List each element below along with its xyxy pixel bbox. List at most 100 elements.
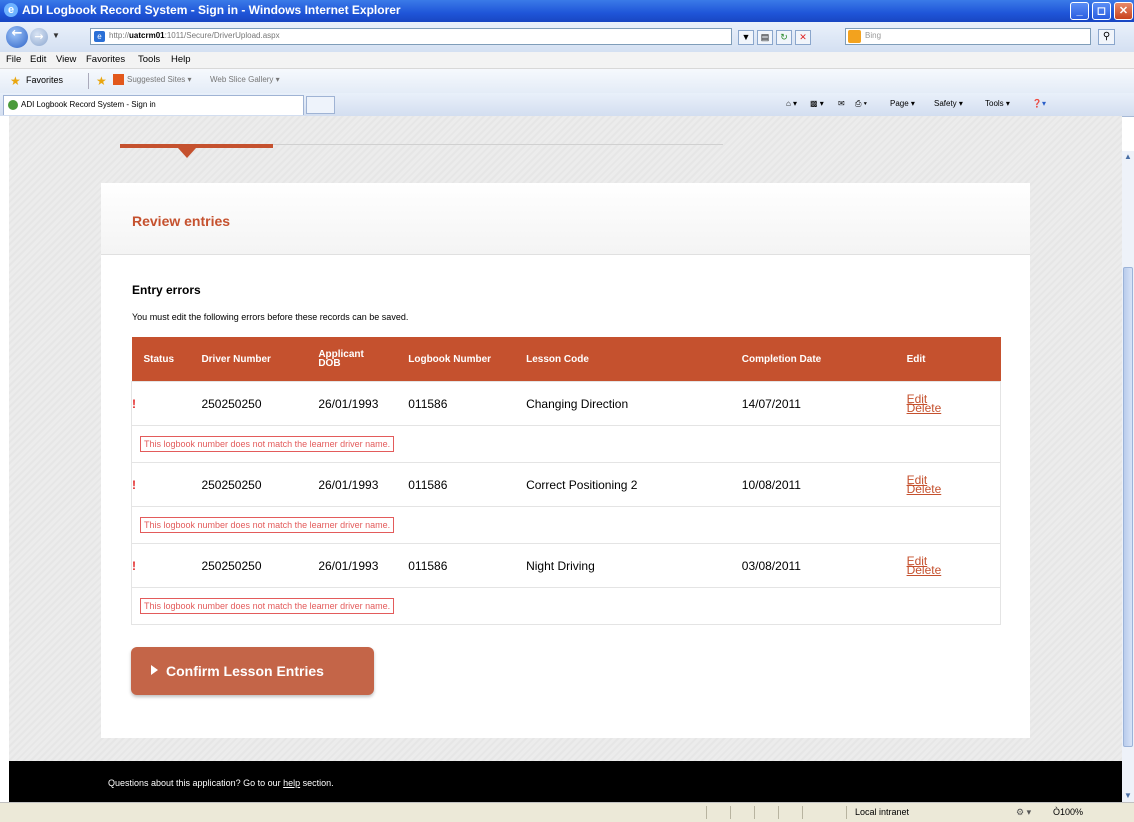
back-button[interactable]: ← <box>6 26 28 48</box>
edit-cell: Edit Delete <box>906 543 1001 588</box>
menu-bar: File Edit View Favorites Tools Help <box>0 52 1134 69</box>
error-cell: This logbook number does not match the l… <box>131 425 1001 463</box>
print-icon[interactable]: ⎙ ▾ <box>855 99 867 109</box>
status-divider <box>802 806 803 819</box>
scroll-down-arrow-icon[interactable]: ▼ <box>1122 790 1134 802</box>
error-row: This logbook number does not match the l… <box>131 506 1001 544</box>
recent-pages-dropdown[interactable]: ▼ <box>52 31 60 40</box>
menu-help[interactable]: Help <box>171 54 191 65</box>
edit-cell: Edit Delete <box>906 462 1001 507</box>
home-icon[interactable]: ⌂ ▾ <box>786 99 797 108</box>
help-link[interactable]: help <box>283 778 300 788</box>
close-window-button[interactable]: ✕ <box>1114 2 1133 20</box>
logbook-number-cell: 011586 <box>408 462 527 507</box>
address-dropdown-button[interactable]: ▼ <box>738 30 754 45</box>
edit-cell: Edit Delete <box>906 381 1001 426</box>
driver-number-cell: 250250250 <box>201 543 319 588</box>
address-toolbar: ← → ▼ e http://uatcrm01:1011/Secure/Driv… <box>0 22 1134 52</box>
new-tab-button[interactable] <box>306 96 335 114</box>
bing-icon <box>848 30 861 43</box>
table-row: ! 250250250 26/01/1993 011586 Night Driv… <box>131 543 1001 588</box>
security-zone[interactable]: Local intranet <box>855 807 909 817</box>
error-row: This logbook number does not match the l… <box>131 587 1001 625</box>
active-nav-tab[interactable] <box>120 116 273 148</box>
error-cell: This logbook number does not match the l… <box>131 506 1001 544</box>
search-input[interactable]: Bing <box>845 28 1091 45</box>
scroll-thumb[interactable] <box>1123 267 1133 747</box>
refresh-icon[interactable]: ↻ <box>776 30 792 45</box>
favorites-star-icon[interactable]: ★ <box>10 74 21 88</box>
maximize-button[interactable]: ◻ <box>1092 2 1111 20</box>
browser-tab[interactable]: ADI Logbook Record System - Sign in <box>3 95 304 115</box>
delete-link[interactable]: Delete <box>907 564 1000 576</box>
driver-number-cell: 250250250 <box>201 381 319 426</box>
window-title-bar[interactable]: e ADI Logbook Record System - Sign in - … <box>0 0 1134 22</box>
tools-menu[interactable]: Tools ▾ <box>985 99 1010 108</box>
driver-number-cell: 250250250 <box>201 462 319 507</box>
completion-date-cell: 03/08/2011 <box>741 543 907 588</box>
error-status-icon: ! <box>131 462 202 507</box>
error-message: This logbook number does not match the l… <box>140 598 395 614</box>
entry-errors-heading: Entry errors <box>132 283 201 297</box>
applicant-dob-cell: 26/01/1993 <box>318 462 409 507</box>
page-title: Review entries <box>132 213 231 229</box>
divider <box>88 73 89 89</box>
site-favicon <box>8 100 18 110</box>
page-menu[interactable]: Page ▾ <box>890 99 915 108</box>
completion-date-cell: 14/07/2011 <box>741 381 907 426</box>
confirm-lesson-entries-button[interactable]: Confirm Lesson Entries <box>131 647 374 695</box>
zoom-level[interactable]: Ò100% <box>1053 807 1083 817</box>
play-arrow-icon <box>151 665 158 675</box>
page-footer: Questions about this application? Go to … <box>9 761 1122 802</box>
table-row: ! 250250250 26/01/1993 011586 Correct Po… <box>131 462 1001 507</box>
status-divider <box>778 806 779 819</box>
scroll-up-arrow-icon[interactable]: ▲ <box>1122 151 1134 163</box>
search-icon[interactable]: ⚲ <box>1098 29 1115 45</box>
col-completion-date: Completion Date <box>741 337 907 382</box>
table-header-row: Status Driver Number Applicant DOB Logboo… <box>131 337 1001 382</box>
col-applicant-dob: Applicant DOB <box>318 337 409 382</box>
menu-tools[interactable]: Tools <box>138 54 160 65</box>
confirm-button-label: Confirm Lesson Entries <box>166 663 324 679</box>
internet-explorer-icon: e <box>4 3 18 17</box>
safety-menu[interactable]: Safety ▾ <box>934 99 963 108</box>
completion-date-cell: 10/08/2011 <box>741 462 907 507</box>
window-title: ADI Logbook Record System - Sign in - Wi… <box>22 3 401 17</box>
address-field[interactable]: e http://uatcrm01:1011/Secure/DriverUplo… <box>90 28 732 45</box>
help-icon[interactable]: ❓▾ <box>1032 99 1046 108</box>
delete-link[interactable]: Delete <box>907 402 1000 414</box>
col-logbook-number: Logbook Number <box>408 337 527 382</box>
menu-favorites[interactable]: Favorites <box>86 54 125 65</box>
protected-mode-dropdown[interactable]: ⚙ ▾ <box>1016 807 1031 818</box>
menu-edit[interactable]: Edit <box>30 54 46 65</box>
error-status-icon: ! <box>131 543 202 588</box>
page-viewport: Review entries Entry errors You must edi… <box>0 116 1122 802</box>
stop-icon[interactable]: ✕ <box>795 30 811 45</box>
col-status: Status <box>131 337 202 382</box>
table-row: ! 250250250 26/01/1993 011586 Changing D… <box>131 381 1001 426</box>
mail-icon[interactable]: ✉ <box>838 99 845 108</box>
favorites-button[interactable]: Favorites <box>26 75 63 85</box>
col-lesson-code: Lesson Code <box>526 337 742 382</box>
minimize-button[interactable]: _ <box>1070 2 1089 20</box>
menu-file[interactable]: File <box>6 54 21 65</box>
applicant-dob-cell: 26/01/1993 <box>318 381 409 426</box>
suggested-sites-link[interactable]: Suggested Sites ▾ <box>127 75 192 84</box>
feeds-icon[interactable]: ▩ ▾ <box>810 99 824 108</box>
vertical-scrollbar[interactable]: ▲ ▼ <box>1122 151 1134 802</box>
entry-errors-message: You must edit the following errors befor… <box>132 312 409 322</box>
forward-button[interactable]: → <box>30 28 48 46</box>
compatibility-view-icon[interactable]: ▤ <box>757 30 773 45</box>
nav-strip <box>273 116 723 145</box>
menu-view[interactable]: View <box>56 54 76 65</box>
add-to-favorites-icon[interactable]: ★ <box>96 74 107 88</box>
tab-label: ADI Logbook Record System - Sign in <box>21 100 156 109</box>
footer-text: Questions about this application? Go to … <box>108 778 334 788</box>
web-slice-gallery-link[interactable]: Web Slice Gallery ▾ <box>210 75 280 84</box>
delete-link[interactable]: Delete <box>907 483 1000 495</box>
suggested-sites-icon <box>113 74 124 85</box>
error-row: This logbook number does not match the l… <box>131 425 1001 463</box>
url-text: http://uatcrm01:1011/Secure/DriverUpload… <box>109 31 280 40</box>
lesson-code-cell: Changing Direction <box>526 381 742 426</box>
col-driver-number: Driver Number <box>201 337 319 382</box>
